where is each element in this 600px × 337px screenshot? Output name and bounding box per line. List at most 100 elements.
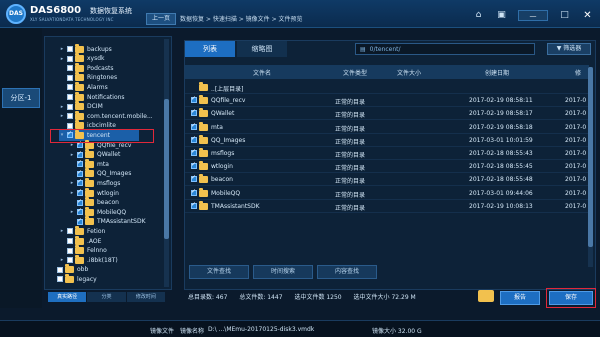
list-scroll-thumb[interactable] <box>588 67 593 247</box>
table-row[interactable]: msflogs 正常的目录 2017-02-18 08:55:43 2017-0 <box>185 147 589 160</box>
tab-real-path[interactable]: 真实路径 <box>48 292 88 302</box>
row-filetype: 正常的目录 <box>335 125 366 133</box>
row-checkbox[interactable] <box>191 161 197 170</box>
tree-checkbox[interactable] <box>57 276 63 283</box>
home-icon[interactable]: ⌂ <box>472 10 485 21</box>
table-row[interactable]: beacon 正常的目录 2017-02-18 08:55:48 2017-0 <box>185 173 589 187</box>
tree-item-label: com.tencent.mobile... <box>87 112 153 120</box>
tree-item-label: beacon <box>97 199 119 207</box>
tree-expander-icon[interactable]: ▸ <box>59 228 65 234</box>
col-modified[interactable]: 修 <box>575 68 581 77</box>
partition-tab[interactable]: 分区-1 <box>2 88 40 108</box>
close-icon[interactable]: ✕ <box>581 10 594 21</box>
table-row[interactable]: QQ_Images 正常的目录 2017-03-01 10:01:59 2017-0 <box>185 134 589 147</box>
folder-icon <box>65 264 74 274</box>
tree-expander-icon[interactable]: ▸ <box>59 113 65 119</box>
tree-checkbox[interactable] <box>77 188 83 196</box>
tree-item-label: QWallet <box>97 151 121 159</box>
selected-files: 选中文件数 1250 <box>294 294 342 301</box>
row-checkbox[interactable] <box>191 148 197 156</box>
tree-checkbox[interactable] <box>77 150 83 158</box>
minimize-icon[interactable]: — <box>518 10 548 21</box>
tree-expander-icon[interactable]: ▸ <box>59 56 65 62</box>
path-bar[interactable]: ▤ 0/tencent/ <box>355 43 535 55</box>
tree-checkbox[interactable] <box>77 178 83 187</box>
report-button[interactable]: 报告 <box>500 291 540 305</box>
table-row[interactable]: mta 正常的目录 2017-02-19 08:58:18 2017-0 <box>185 121 589 134</box>
tree-checkbox[interactable] <box>57 266 63 273</box>
tree-checkbox[interactable] <box>67 228 73 235</box>
tree-checkbox[interactable] <box>77 198 83 206</box>
tree-checkbox[interactable] <box>77 169 83 177</box>
filter-button[interactable]: ▼ 筛选器 <box>547 43 591 55</box>
tree-checkbox[interactable] <box>67 113 73 120</box>
row-checkbox[interactable] <box>191 95 197 104</box>
row-checkbox[interactable] <box>191 135 197 143</box>
tree-checkbox[interactable] <box>67 103 73 110</box>
row-checkbox[interactable] <box>191 201 197 209</box>
parent-dir-row[interactable]: ..[上层目录] <box>185 81 589 94</box>
tree-checkbox[interactable] <box>67 55 73 62</box>
tab-time-search[interactable]: 时间搜索 <box>253 265 313 279</box>
row-filename: mta <box>211 123 223 131</box>
tab-content-search[interactable]: 内容查找 <box>317 265 377 279</box>
folder-icon <box>199 121 208 131</box>
tree-expander-icon[interactable]: ▸ <box>69 209 75 215</box>
tree-expander-icon[interactable]: ▸ <box>69 190 75 196</box>
table-row[interactable]: QQfile_recv 正常的目录 2017-02-19 08:58:11 2017-… <box>185 94 589 108</box>
col-filename[interactable]: 文件名 <box>253 68 271 77</box>
folder-icon <box>199 82 208 91</box>
tab-file-search[interactable]: 文件查找 <box>189 265 249 279</box>
tree-item-label: DCIM <box>87 103 103 111</box>
tab-modified-time[interactable]: 修改时间 <box>126 292 166 302</box>
tree-checkbox[interactable] <box>67 46 73 52</box>
tab-thumbnail[interactable]: 缩略图 <box>237 41 287 57</box>
tree-expander-icon[interactable]: ▸ <box>59 46 65 52</box>
folder-icon <box>85 149 94 159</box>
tree-checkbox[interactable] <box>67 94 73 100</box>
tree-expander-icon[interactable]: ▸ <box>69 152 75 158</box>
tab-list[interactable]: 列表 <box>185 41 235 57</box>
tree-item[interactable]: legacy <box>49 273 97 285</box>
row-checkbox[interactable] <box>191 122 197 130</box>
save-button[interactable]: 保存 <box>549 291 593 305</box>
tree-checkbox[interactable] <box>67 238 73 244</box>
brand-cn: 数据恢复系统 <box>90 7 132 15</box>
tree-checkbox[interactable] <box>67 84 73 91</box>
tree-checkbox[interactable] <box>67 74 73 81</box>
tree-checkbox[interactable] <box>77 207 83 216</box>
row-checkbox[interactable] <box>191 108 197 117</box>
tree-expander-icon[interactable]: ▸ <box>69 180 75 186</box>
table-row[interactable]: TMAssistantSDK 正常的目录 2017-02-19 10:08:13 20… <box>185 200 589 213</box>
tree-item-label: Podcasts <box>87 64 114 72</box>
table-row[interactable]: MobileQQ 正常的目录 2017-03-01 09:44:06 2017-0 <box>185 187 589 200</box>
tree-scroll-thumb[interactable] <box>164 99 169 239</box>
tree-checkbox[interactable] <box>67 257 73 264</box>
tree-expander-icon[interactable]: ▸ <box>59 104 65 110</box>
tree-item-label: Alarms <box>87 83 108 91</box>
tree-checkbox[interactable] <box>67 247 73 254</box>
tree-expander-icon[interactable]: ▸ <box>59 257 65 263</box>
row-modified: 2017-0 <box>565 202 587 210</box>
col-filetype[interactable]: 文件类型 <box>343 68 367 77</box>
tree-scrollbar[interactable] <box>164 39 169 287</box>
row-created: 2017-02-19 08:58:17 <box>469 110 533 118</box>
tree-item-label: xysdk <box>87 55 105 63</box>
tree-checkbox[interactable] <box>77 159 83 168</box>
row-checkbox[interactable] <box>191 188 197 196</box>
stats-bar: 总目录数: 467 总文件数: 1447 选中文件数 1250 选中文件大小 7… <box>188 292 426 301</box>
tab-category[interactable]: 分类 <box>87 292 127 302</box>
tree-checkbox[interactable] <box>67 122 73 129</box>
table-row[interactable]: QWallet 正常的目录 2017-02-19 08:58:17 2017-0 <box>185 107 589 121</box>
tree-checkbox[interactable] <box>67 65 73 72</box>
back-button[interactable]: 上一页 <box>146 12 176 25</box>
col-filesize[interactable]: 文件大小 <box>397 68 421 77</box>
maximize-icon[interactable]: □ <box>558 10 571 21</box>
row-filename: wtlogin <box>211 163 233 171</box>
col-created[interactable]: 创建日期 <box>485 68 509 77</box>
list-scrollbar[interactable] <box>588 67 593 267</box>
row-checkbox[interactable] <box>191 174 197 183</box>
briefcase-icon[interactable]: ▣ <box>495 10 508 21</box>
tree-checkbox[interactable] <box>77 217 83 225</box>
table-row[interactable]: wtlogin 正常的目录 2017-02-18 08:55:45 2017-0 <box>185 160 589 174</box>
